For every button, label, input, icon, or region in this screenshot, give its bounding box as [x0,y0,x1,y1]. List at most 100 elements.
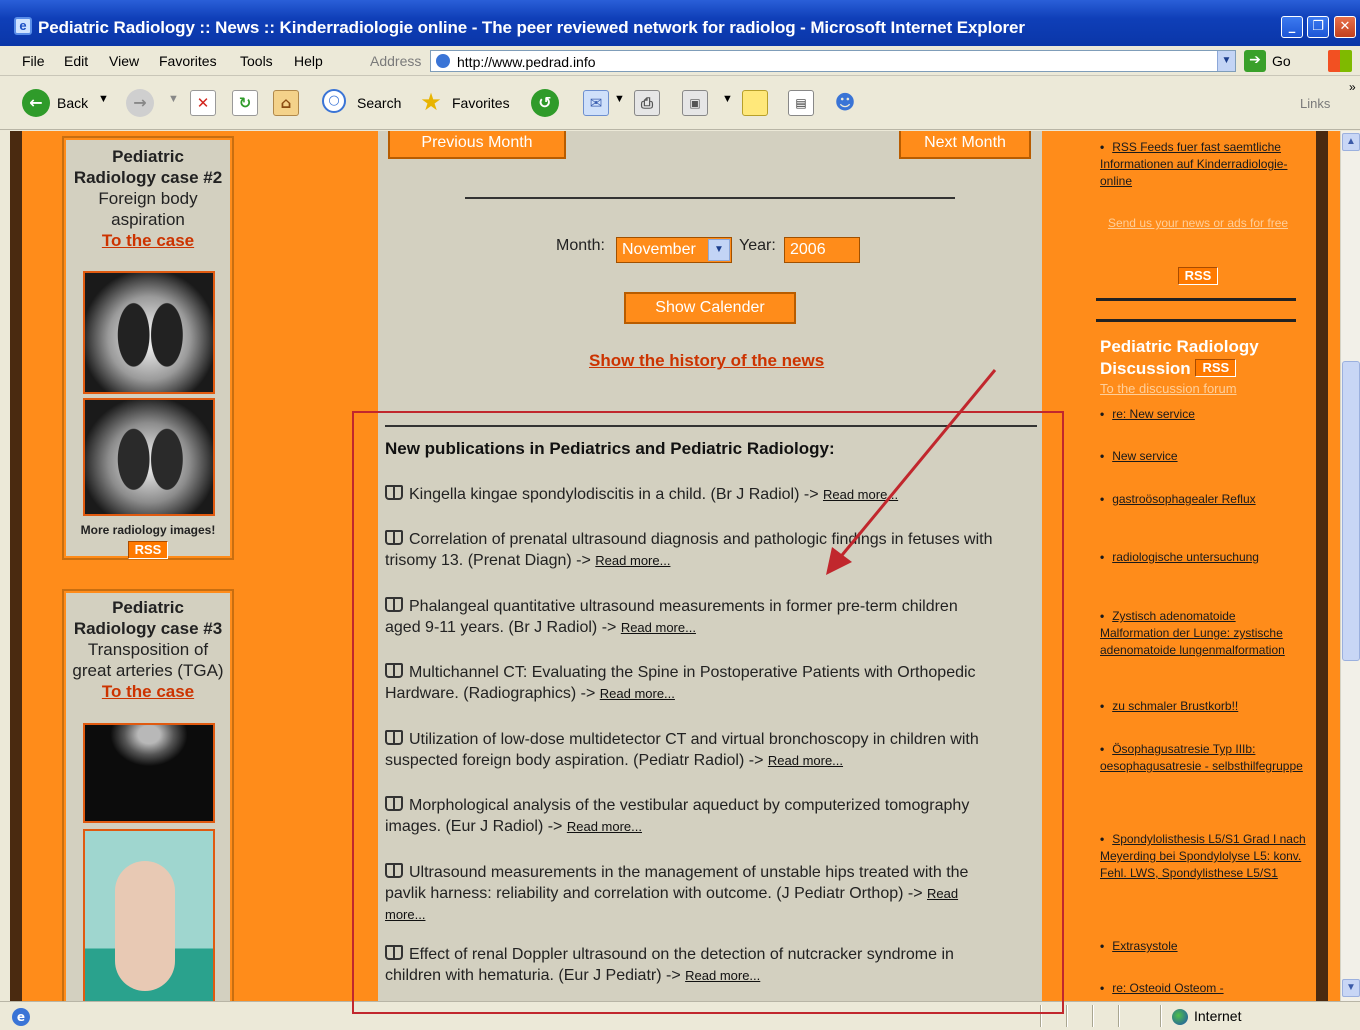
topic-link[interactable]: Extrasystole [1112,939,1177,953]
research-icon[interactable]: ▤ [788,90,814,116]
forward-dropdown-icon[interactable]: ▼ [168,93,179,105]
send-news-link[interactable]: Send us your news or ads for free [1100,215,1296,231]
publication-item: Kingella kingae spondylodiscitis in a ch… [385,484,1040,505]
case-2-xray-image-2[interactable] [83,398,215,516]
topic-link[interactable]: zu schmaler Brustkorb!! [1112,699,1238,713]
topic-link[interactable]: radiologische untersuchung [1112,550,1259,564]
rss-feeds-item: • RSS Feeds fuer fast saemtliche Informat… [1100,140,1288,188]
read-more-link[interactable]: Read more... [600,686,675,701]
news-center-panel: Previous Month Next Month Month: Novembe… [378,131,1042,1001]
case-3-ultrasound-image[interactable] [83,723,215,823]
case-2-link[interactable]: To the case [66,231,230,251]
edit-dropdown-icon[interactable]: ▼ [722,93,733,105]
divider [465,197,955,199]
case-2-desc-line1: Foreign body [98,189,198,208]
discussion-forum-link[interactable]: To the discussion forum [1100,381,1237,396]
year-label: Year: [739,237,776,254]
divider [1066,1005,1068,1027]
refresh-icon[interactable]: ↻ [232,90,258,116]
favorites-button[interactable]: Favorites [452,95,510,111]
topic-link[interactable]: Spondylolisthesis L5/S1 Grad I nach Meye… [1100,832,1306,880]
right-rss-badge[interactable]: RSS [1177,267,1219,285]
toolbar-overflow-icon[interactable]: » [1349,80,1356,94]
year-input[interactable]: 2006 [784,237,860,263]
publication-item: Ultrasound measurements in the managemen… [385,863,969,922]
go-arrow-icon[interactable]: ➔ [1244,50,1266,72]
minimize-button[interactable]: _ [1281,16,1303,38]
topic-link[interactable]: re: New service [1112,407,1195,421]
case-2-rss-badge[interactable]: RSS [127,541,169,559]
topic-link[interactable]: re: Osteoid Osteom - [1112,981,1223,995]
previous-month-button[interactable]: Previous Month [388,131,566,159]
scrollbar-thumb[interactable] [1342,361,1360,661]
go-button[interactable]: Go [1272,53,1291,69]
address-dropdown-icon[interactable]: ▼ [1217,51,1235,71]
case-2-xray-image-1[interactable] [83,271,215,394]
read-more-link[interactable]: Read more... [621,620,696,635]
show-calendar-button[interactable]: Show Calender [624,292,796,324]
read-more-link[interactable]: Read more... [567,819,642,834]
discussion-heading-line2: Discussion [1100,359,1191,378]
discuss-icon[interactable] [742,90,768,116]
mail-dropdown-icon[interactable]: ▼ [614,93,625,105]
messenger-icon[interactable]: ☻ [832,90,858,116]
rss-feeds-link[interactable]: RSS Feeds fuer fast saemtliche Informati… [1100,140,1287,188]
window-title: Pediatric Radiology :: News :: Kinderrad… [38,18,1025,37]
search-icon[interactable]: ○ [322,89,346,113]
menu-file[interactable]: File [22,53,45,69]
discussion-topic: • Zystisch adenomatoide Malformation der … [1100,609,1285,657]
case-3-link[interactable]: To the case [66,682,230,702]
edit-icon[interactable]: ▣ [682,90,708,116]
publication-item: Utilization of low-dose multidetector CT… [385,730,979,769]
maximize-button[interactable]: ❐ [1307,16,1329,38]
history-icon[interactable]: ↺ [531,89,559,117]
address-bar[interactable]: http://www.pedrad.info ▼ [430,50,1236,72]
more-images-link[interactable]: More radiology images! [66,523,230,537]
next-month-button[interactable]: Next Month [899,131,1031,159]
read-more-link[interactable]: Read more... [595,553,670,568]
back-arrow-icon[interactable]: ← [22,89,50,117]
topic-link[interactable]: gastroösophagealer Reflux [1112,492,1255,506]
read-more-link[interactable]: Read more... [823,487,898,502]
news-history-link[interactable]: Show the history of the news [589,351,824,371]
links-label[interactable]: Links [1300,96,1330,111]
menu-help[interactable]: Help [294,53,323,69]
book-icon [385,730,403,745]
windows-logo-icon [1328,50,1352,72]
forward-arrow-icon[interactable]: → [126,89,154,117]
topic-link[interactable]: Ösophagusatresie Typ IIIb: oesophagusatr… [1100,742,1303,773]
right-edge-strip [1328,131,1340,1001]
favorites-star-icon[interactable]: ★ [418,90,444,116]
topic-link[interactable]: New service [1112,449,1177,463]
menu-view[interactable]: View [109,53,139,69]
read-more-link[interactable]: Read more... [685,968,760,983]
discussion-rss-badge[interactable]: RSS [1195,359,1237,377]
security-zone-label: Internet [1194,1008,1242,1024]
print-icon[interactable]: ⎙ [634,90,660,116]
case-3-photo-image[interactable] [83,829,215,1001]
topic-link[interactable]: Zystisch adenomatoide Malformation der L… [1100,609,1285,657]
menu-edit[interactable]: Edit [64,53,88,69]
close-button[interactable]: ✕ [1334,16,1356,38]
vertical-scrollbar[interactable]: ▲ ▼ [1340,131,1360,1001]
mail-icon[interactable]: ✉ [583,90,609,116]
address-label: Address [370,53,422,69]
ie-app-icon[interactable]: e [14,17,32,35]
read-more-link[interactable]: Read more... [768,753,843,768]
chevron-down-icon[interactable]: ▼ [708,239,730,261]
read-more-link-part2[interactable]: more... [385,907,425,922]
scroll-down-icon[interactable]: ▼ [1342,979,1360,997]
menu-favorites[interactable]: Favorites [159,53,217,69]
back-button[interactable]: Back [57,95,88,111]
scroll-up-icon[interactable]: ▲ [1342,133,1360,151]
read-more-link-part1[interactable]: Read [927,886,958,901]
home-icon[interactable]: ⌂ [273,90,299,116]
book-icon [385,530,403,545]
search-button[interactable]: Search [357,95,401,111]
back-dropdown-icon[interactable]: ▼ [98,93,109,105]
month-select[interactable]: November ▼ [616,237,732,263]
stop-icon[interactable]: ✕ [190,90,216,116]
discussion-topic: • radiologische untersuchung [1100,550,1259,564]
menu-tools[interactable]: Tools [240,53,273,69]
address-url[interactable]: http://www.pedrad.info [457,54,596,70]
